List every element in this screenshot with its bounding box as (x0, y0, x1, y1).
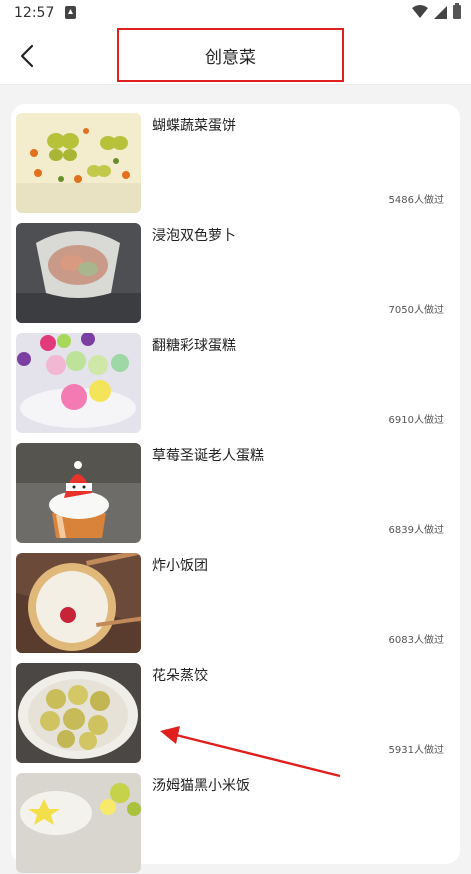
recipe-item[interactable]: 浸泡双色萝卜 7050人做过 (11, 214, 460, 324)
recipe-count: 5931人做过 (388, 745, 444, 756)
signal-icon (434, 5, 447, 19)
status-bar: 12:57 (0, 0, 471, 28)
recipe-thumbnail (16, 443, 141, 543)
status-time: 12:57 (14, 5, 55, 21)
recipe-thumbnail (16, 773, 141, 873)
recipe-item[interactable]: 草莓圣诞老人蛋糕 6839人做过 (11, 434, 460, 544)
recipe-name: 花朵蒸饺 (152, 668, 208, 684)
notification-icon (65, 6, 76, 19)
recipe-item[interactable]: 汤姆猫黑小米饭 (11, 764, 460, 874)
recipe-thumbnail (16, 553, 141, 653)
recipe-name: 草莓圣诞老人蛋糕 (152, 448, 264, 464)
recipe-item[interactable]: 蝴蝶蔬菜蛋饼 5486人做过 (11, 104, 460, 214)
recipe-thumbnail (16, 223, 141, 323)
recipe-name: 炸小饭团 (152, 558, 208, 574)
recipe-name: 翻糖彩球蛋糕 (152, 338, 236, 354)
header: 创意菜 (0, 28, 471, 85)
recipe-count: 6083人做过 (388, 635, 444, 646)
page-title: 创意菜 (205, 47, 256, 68)
recipe-item[interactable]: 翻糖彩球蛋糕 6910人做过 (11, 324, 460, 434)
back-arrow-icon[interactable] (12, 40, 44, 72)
recipe-thumbnail (16, 113, 141, 213)
status-icons (412, 3, 461, 19)
battery-icon (453, 3, 461, 19)
recipe-name: 浸泡双色萝卜 (152, 228, 236, 244)
recipe-count: 7050人做过 (388, 305, 444, 316)
recipe-item[interactable]: 花朵蒸饺 5931人做过 (11, 654, 460, 764)
recipe-thumbnail (16, 333, 141, 433)
wifi-icon (412, 5, 428, 18)
recipe-list: 蝴蝶蔬菜蛋饼 5486人做过 浸泡双色萝卜 7050人做过 翻糖彩球蛋糕 691… (11, 104, 460, 873)
title-highlight-box: 创意菜 (117, 28, 344, 82)
recipe-count: 6839人做过 (388, 525, 444, 536)
recipe-item[interactable]: 炸小饭团 6083人做过 (11, 544, 460, 654)
recipe-name: 汤姆猫黑小米饭 (152, 778, 250, 794)
recipe-count: 5486人做过 (388, 195, 444, 206)
recipe-thumbnail (16, 663, 141, 763)
recipe-name: 蝴蝶蔬菜蛋饼 (152, 118, 236, 134)
recipe-count: 6910人做过 (388, 415, 444, 426)
